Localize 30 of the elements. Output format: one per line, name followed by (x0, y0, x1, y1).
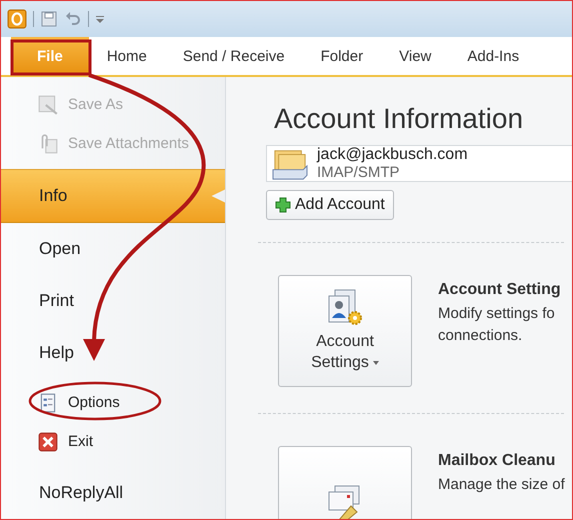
ribbon-tab[interactable]: Home (88, 37, 165, 75)
account-type: IMAP/SMTP (317, 164, 401, 181)
ribbon-tab[interactable]: Folder (302, 37, 382, 75)
backstage-menu-item[interactable]: NoReplyAll (1, 467, 225, 519)
save-icon[interactable] (40, 10, 58, 28)
plus-icon (275, 197, 291, 213)
ribbon-tab[interactable]: Add-Ins (449, 37, 538, 75)
undo-icon[interactable] (64, 10, 82, 28)
section-description: Modify settings fo (438, 304, 556, 324)
account-email: jack@jackbusch.com (317, 146, 468, 164)
account-selector[interactable]: jack@jackbusch.com IMAP/SMTP (266, 145, 572, 182)
add-account-button[interactable]: Add Account (266, 190, 394, 220)
section-heading: Account Setting (438, 281, 561, 299)
page-title: Account Information (274, 103, 524, 135)
save-as-icon (37, 94, 59, 116)
backstage-menu-item[interactable]: Exit (1, 422, 225, 461)
section-heading: Mailbox Cleanu (438, 452, 556, 470)
backstage-menu-item[interactable]: Print (1, 275, 225, 327)
section-description: Manage the size of (438, 475, 564, 495)
backstage-menu-item[interactable]: Help (1, 327, 225, 379)
backstage-menu-item[interactable]: Open (1, 223, 225, 275)
ribbon-tab[interactable]: View (381, 37, 450, 75)
section-button[interactable]: Account Settings (278, 275, 412, 387)
backstage-menu-item[interactable]: Info (1, 169, 225, 223)
outlook-logo-icon[interactable] (7, 9, 27, 29)
close-icon (37, 430, 59, 452)
backstage-menu-item[interactable]: Options (1, 383, 225, 422)
ribbon-tab[interactable]: Send / Receive (164, 37, 303, 75)
section-description: connections. (438, 326, 524, 346)
customize-toolbar-icon[interactable] (95, 14, 105, 24)
